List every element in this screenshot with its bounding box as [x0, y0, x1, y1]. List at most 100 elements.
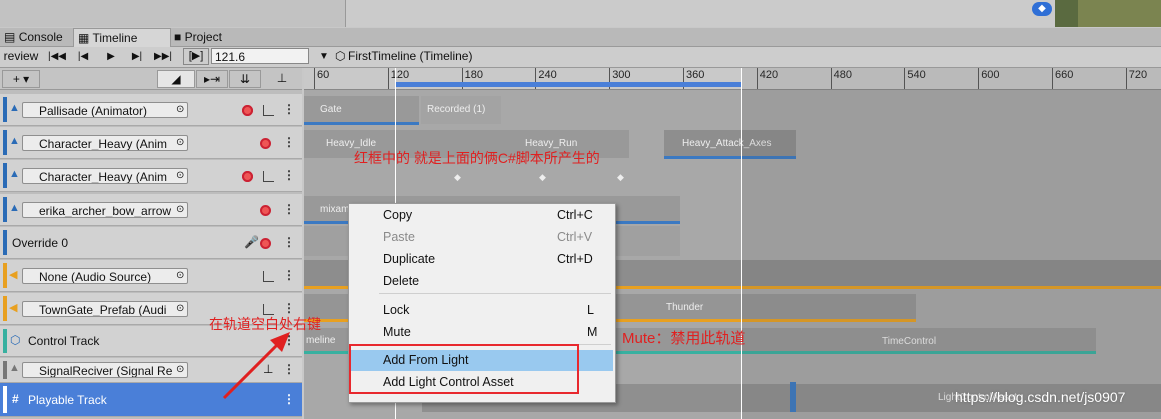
go-to-end-icon[interactable]: ▶▶|	[152, 48, 174, 65]
play-range-bar[interactable]	[396, 82, 741, 87]
record-button[interactable]	[242, 105, 253, 116]
object-picker-icon[interactable]: ⊙	[176, 303, 184, 314]
pin-icon[interactable]: ⊥	[267, 70, 297, 86]
track-color-bar	[3, 386, 7, 413]
previous-frame-icon[interactable]: |◀	[72, 48, 94, 65]
track-binding-field[interactable]: Pallisade (Animator)	[22, 102, 188, 118]
clip-gate[interactable]: Gate	[304, 96, 419, 124]
track-menu-icon[interactable]: ⋮	[283, 235, 295, 249]
go-to-start-icon[interactable]: |◀◀	[46, 48, 68, 65]
menu-item-label: Copy	[383, 208, 413, 222]
track-menu-icon[interactable]: ⋮	[283, 268, 295, 282]
object-picker-icon[interactable]: ⊙	[176, 104, 184, 115]
track-color-bar	[3, 361, 7, 379]
menu-item-label: Mute	[383, 325, 411, 339]
track-header[interactable]: ▲ Character_Heavy (Anim ⊙ ⋮	[0, 127, 302, 159]
track-binding-field[interactable]: None (Audio Source)	[22, 268, 188, 284]
track-binding-field[interactable]: Character_Heavy (Anim	[22, 168, 188, 184]
menu-item-shortcut: Ctrl+V	[557, 230, 593, 244]
object-picker-icon[interactable]: ⊙	[176, 204, 184, 215]
menu-item-label: Paste	[383, 230, 415, 244]
tag-icon[interactable]: ◆	[1032, 2, 1052, 16]
track-color-bar	[3, 163, 7, 188]
top-strip: ◆	[0, 0, 1161, 27]
track-binding-field[interactable]: SignalReciver (Signal Re	[22, 362, 188, 378]
curves-icon[interactable]	[263, 271, 274, 282]
object-picker-icon[interactable]: ⊙	[176, 270, 184, 281]
ruler-tick-label: 240	[538, 69, 557, 81]
play-icon[interactable]: ▶	[100, 48, 122, 65]
record-button[interactable]	[242, 171, 253, 182]
track-binding-field[interactable]: TownGate_Prefab (Audi	[22, 301, 188, 317]
menu-item[interactable]: Lock L	[349, 300, 613, 321]
keyframe-icon[interactable]: ◆	[539, 172, 546, 183]
menu-item[interactable]: Copy Ctrl+C	[349, 205, 613, 226]
curves-icon[interactable]	[263, 105, 274, 116]
time-input[interactable]: 121.6	[211, 48, 309, 64]
ruler-tick	[314, 68, 315, 89]
record-button[interactable]	[260, 238, 271, 249]
animation-track-icon: ▲	[9, 135, 20, 147]
preview-button[interactable]: review	[0, 48, 42, 65]
next-frame-icon[interactable]: ▶|	[126, 48, 148, 65]
menu-item-label: Delete	[383, 274, 420, 288]
mic-icon[interactable]: 🎤	[244, 235, 259, 249]
tab-console[interactable]: ▤ Console	[0, 28, 76, 46]
tab-timeline-label: Timeline	[92, 31, 138, 45]
object-picker-icon[interactable]: ⊙	[176, 137, 184, 148]
annotation-red-box-note: 红框中的 就是上面的俩C#脚本所产生的	[354, 150, 600, 166]
track-color-bar	[3, 230, 7, 255]
snap-icon[interactable]: ▸⇥	[196, 70, 228, 88]
annotation-highlight-box	[349, 344, 579, 394]
tab-project[interactable]: ■ Project	[170, 28, 254, 46]
timeline-dropdown-icon[interactable]: ▼	[317, 48, 331, 65]
track-header[interactable]: Override 0 🎤 ⋮	[0, 227, 302, 259]
track-menu-icon[interactable]: ⋮	[283, 168, 295, 182]
frame-toggle-button[interactable]: [▶]	[183, 48, 209, 65]
track-color-bar	[3, 197, 7, 222]
animation-track-icon: ▲	[9, 102, 20, 114]
track-label: Pallisade (Animator)	[39, 104, 148, 118]
track-menu-icon[interactable]: ⋮	[283, 202, 295, 216]
track-binding-field[interactable]: erika_archer_bow_arrow	[22, 202, 188, 218]
track-header[interactable]: ▲ Character_Heavy (Anim ⊙ ⋮	[0, 160, 302, 192]
track-label: Control Track	[28, 334, 100, 348]
track-header[interactable]: ▲ Pallisade (Animator) ⊙ ⋮	[0, 94, 302, 126]
curves-icon[interactable]	[263, 171, 274, 182]
menu-item-shortcut: Ctrl+D	[557, 252, 593, 266]
track-binding-field[interactable]: Character_Heavy (Anim	[22, 135, 188, 151]
menu-item[interactable]: Paste Ctrl+V	[349, 227, 613, 248]
ripple-icon[interactable]: ⇊	[229, 70, 261, 88]
edit-mode-icon[interactable]: ◢	[157, 70, 195, 88]
timeline-end-marker[interactable]	[741, 68, 742, 419]
menu-item-shortcut: Ctrl+C	[557, 208, 593, 222]
track-label: Character_Heavy (Anim	[39, 170, 168, 184]
keyframe-icon[interactable]: ◆	[454, 172, 461, 183]
animation-track-icon: ▲	[9, 168, 20, 180]
record-button[interactable]	[260, 205, 271, 216]
tab-timeline[interactable]: ▦ Timeline	[73, 28, 171, 47]
record-button[interactable]	[260, 138, 271, 149]
object-picker-icon[interactable]: ⊙	[176, 364, 184, 375]
menu-item[interactable]: Delete	[349, 271, 613, 292]
signal-track-icon: ▲	[9, 362, 20, 374]
ruler-tick-label: 60	[317, 69, 330, 81]
track-menu-icon[interactable]: ⋮	[283, 102, 295, 116]
track-label: Character_Heavy (Anim	[39, 137, 168, 151]
scene-thumbnail-detail	[1078, 0, 1161, 27]
menu-item[interactable]: Duplicate Ctrl+D	[349, 249, 613, 270]
track-menu-icon[interactable]: ⋮	[283, 301, 295, 315]
track-menu-icon[interactable]: ⋮	[283, 135, 295, 149]
annotation-mute-note: Mute：禁用此轨道	[622, 330, 746, 347]
console-icon: ▤	[4, 30, 16, 44]
menu-item[interactable]: Mute M	[349, 322, 613, 343]
track-header[interactable]: ◀ None (Audio Source) ⊙ ⋮	[0, 260, 302, 292]
keyframe-icon[interactable]: ◆	[617, 172, 624, 183]
breadcrumb[interactable]: FirstTimeline (Timeline)	[348, 49, 472, 63]
window-tabs: ▤ Console ▦ Timeline ■ Project	[0, 28, 1161, 47]
clip-recorded[interactable]: Recorded (1)	[421, 96, 501, 124]
track-color-bar	[3, 263, 7, 288]
object-picker-icon[interactable]: ⊙	[176, 170, 184, 181]
track-header[interactable]: ▲ erika_archer_bow_arrow ⊙ ⋮	[0, 194, 302, 226]
add-track-button[interactable]: + ▾	[2, 70, 40, 88]
